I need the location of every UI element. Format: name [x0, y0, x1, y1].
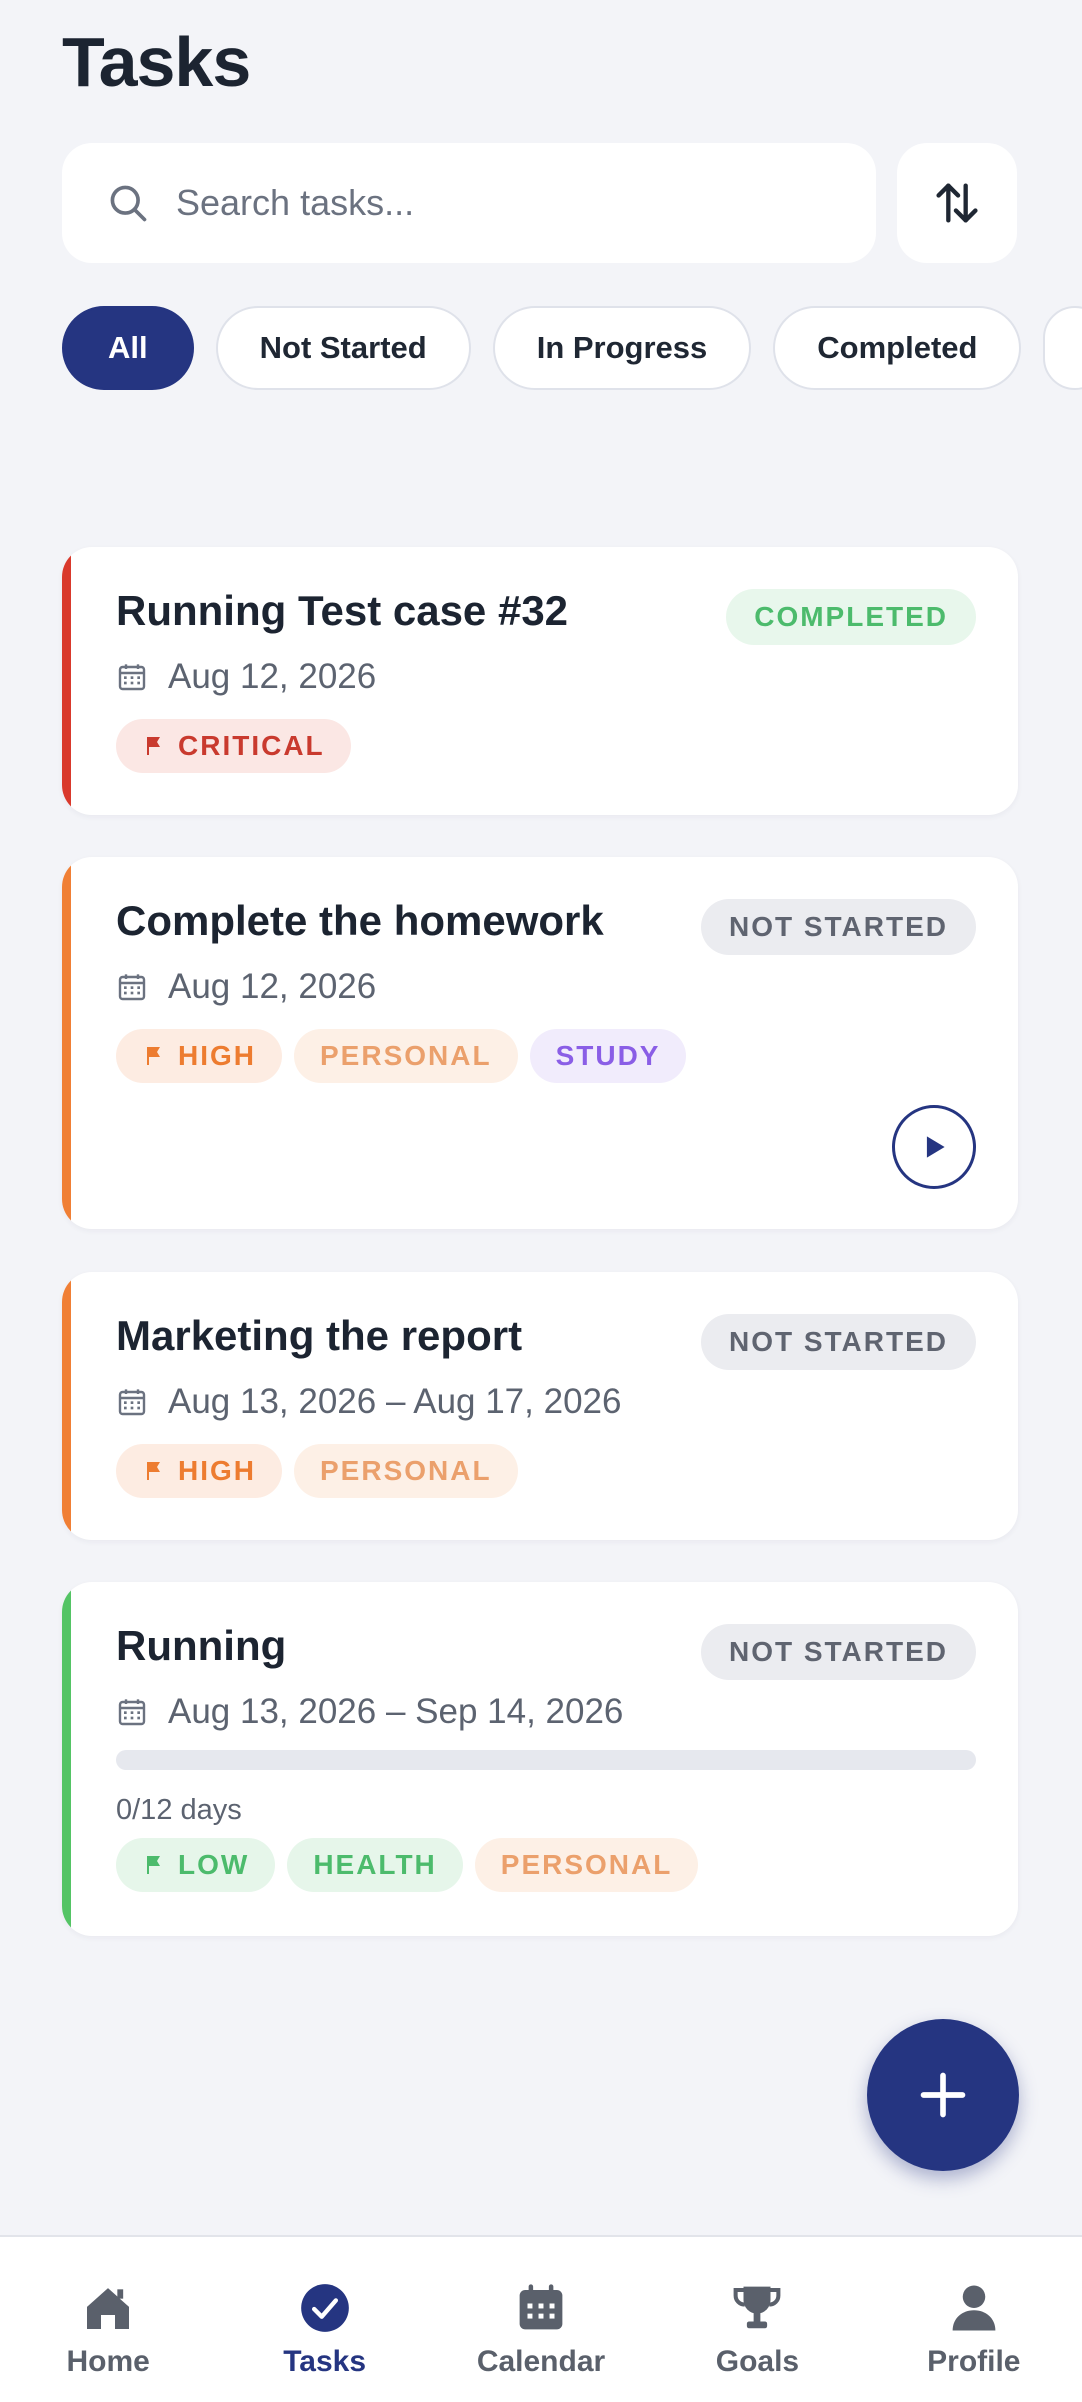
task-title: Running — [116, 1622, 287, 1669]
filter-chip-not-started[interactable]: Not Started — [215, 306, 471, 390]
trophy-icon — [728, 2279, 786, 2337]
task-date-text: Aug 12, 2026 — [168, 657, 377, 696]
filter-chip-completed[interactable]: Completed — [773, 306, 1022, 390]
priority-tag-low: LOW — [116, 1838, 276, 1892]
priority-tag-high: HIGH — [116, 1444, 282, 1498]
flag-icon — [147, 1462, 160, 1480]
task-date-text: Aug 13, 2026 – Aug 17, 2026 — [168, 1382, 622, 1421]
nav-item-calendar[interactable]: Calendar — [433, 2237, 649, 2402]
person-icon — [945, 2279, 1003, 2337]
add-task-button[interactable] — [867, 2019, 1019, 2171]
sort-arrows-icon — [936, 183, 978, 223]
search-icon — [110, 185, 147, 222]
priority-accent-bar — [62, 547, 71, 815]
status-badge: NOT STARTED — [700, 1314, 976, 1370]
calendar-icon — [118, 1699, 146, 1726]
task-date: Aug 12, 2026 — [116, 967, 376, 1007]
category-tag-study: STUDY — [529, 1029, 687, 1083]
flag-icon — [147, 1856, 160, 1874]
calendar-icon — [118, 974, 146, 1001]
sort-button[interactable] — [897, 143, 1017, 263]
task-date-text: Aug 12, 2026 — [168, 967, 377, 1006]
filter-chip-partial[interactable] — [1043, 306, 1082, 390]
calendar-icon — [118, 1389, 146, 1416]
tag-list: HIGH PERSONAL — [116, 1444, 518, 1498]
priority-accent-bar — [62, 1582, 71, 1936]
task-date: Aug 13, 2026 – Sep 14, 2026 — [116, 1692, 623, 1732]
task-card[interactable]: Marketing the report NOT STARTED Aug 13,… — [62, 1272, 1018, 1540]
tag-label: LOW — [178, 1849, 250, 1880]
page-title: Tasks — [62, 23, 251, 101]
category-tag-personal: PERSONAL — [294, 1029, 518, 1083]
priority-accent-bar — [62, 1272, 71, 1540]
nav-label: Calendar — [476, 2345, 606, 2378]
task-title: Complete the homework — [116, 897, 604, 944]
tag-list: CRITICAL — [116, 719, 351, 773]
priority-tag-high: HIGH — [116, 1029, 282, 1083]
tasks-screen: Tasks All Not Started In Progress Comple… — [0, 0, 1082, 2402]
flag-icon — [147, 737, 160, 755]
task-card[interactable]: Complete the homework NOT STARTED Aug 12… — [62, 857, 1018, 1229]
calendar-icon — [512, 2279, 570, 2337]
priority-tag-critical: CRITICAL — [116, 719, 351, 773]
nav-label: Home — [66, 2345, 150, 2378]
calendar-icon — [118, 664, 146, 691]
tag-list: LOW HEALTH PERSONAL — [116, 1838, 699, 1892]
home-icon — [79, 2279, 137, 2337]
task-date-text: Aug 13, 2026 – Sep 14, 2026 — [168, 1692, 624, 1731]
search-input[interactable] — [176, 182, 816, 224]
category-tag-personal: PERSONAL — [474, 1838, 699, 1892]
filter-chip-all[interactable]: All — [62, 306, 194, 390]
flag-icon — [147, 1047, 160, 1065]
progress-bar — [116, 1750, 976, 1770]
plus-icon — [920, 2072, 966, 2118]
task-card[interactable]: Running NOT STARTED Aug 13, 2026 – Sep 1… — [62, 1582, 1018, 1936]
search-bar[interactable] — [62, 143, 876, 263]
status-filter-bar: All Not Started In Progress Completed — [62, 306, 1082, 390]
status-badge: NOT STARTED — [700, 1624, 976, 1680]
nav-item-home[interactable]: Home — [0, 2237, 216, 2402]
play-icon — [926, 1136, 945, 1158]
nav-item-tasks[interactable]: Tasks — [216, 2237, 432, 2402]
task-date: Aug 12, 2026 — [116, 657, 376, 697]
nav-item-goals[interactable]: Goals — [649, 2237, 865, 2402]
category-tag-health: HEALTH — [287, 1838, 463, 1892]
progress-text: 0/12 days — [116, 1794, 242, 1826]
start-task-button[interactable] — [892, 1105, 976, 1189]
nav-label: Goals — [715, 2345, 800, 2378]
nav-label: Tasks — [283, 2345, 367, 2378]
task-card[interactable]: Running Test case #32 COMPLETED Aug 12, … — [62, 547, 1018, 815]
tag-label: CRITICAL — [178, 730, 325, 761]
nav-label: Profile — [927, 2345, 1021, 2378]
bottom-navigation: Home Tasks Calendar Goals Profile — [0, 2235, 1082, 2402]
status-badge: NOT STARTED — [700, 899, 976, 955]
check-circle-icon — [296, 2279, 354, 2337]
task-title: Marketing the report — [116, 1312, 523, 1359]
nav-item-profile[interactable]: Profile — [866, 2237, 1082, 2402]
task-date: Aug 13, 2026 – Aug 17, 2026 — [116, 1382, 621, 1422]
category-tag-personal: PERSONAL — [294, 1444, 518, 1498]
tag-label: HIGH — [178, 1455, 256, 1486]
priority-accent-bar — [62, 857, 71, 1229]
status-badge: COMPLETED — [726, 589, 976, 645]
filter-chip-in-progress[interactable]: In Progress — [492, 306, 752, 390]
tag-label: HIGH — [178, 1040, 256, 1071]
tag-list: HIGH PERSONAL STUDY — [116, 1029, 687, 1083]
task-title: Running Test case #32 — [116, 587, 569, 634]
